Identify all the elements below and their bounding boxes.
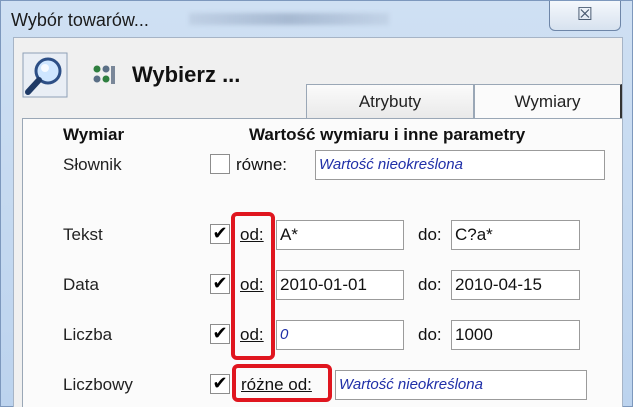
magnifier-icon xyxy=(22,52,68,98)
from-value-liczba: 0 xyxy=(280,326,289,343)
header-title: Wybierz ... xyxy=(132,62,241,87)
op-link-data[interactable]: od: xyxy=(240,275,264,295)
tab-atrybuty-label: Atrybuty xyxy=(358,92,422,111)
op-link-liczba[interactable]: od: xyxy=(240,325,264,345)
row-label-tekst: Tekst xyxy=(63,225,103,244)
dialog-window: Wybór towarów... ☒ Wybierz ... Atrybuty … xyxy=(0,0,633,407)
window-title: Wybór towarów... xyxy=(11,10,149,30)
checkbox-slownik[interactable] xyxy=(210,154,230,174)
blurred-title-region xyxy=(189,13,389,25)
from-field-data[interactable]: 2010-01-01 xyxy=(276,270,404,300)
row-label-slownik: Słownik xyxy=(63,155,122,174)
to-field-tekst[interactable]: C?a* xyxy=(451,220,580,250)
from-value-data: 2010-01-01 xyxy=(280,275,367,294)
from-value-tekst: A* xyxy=(280,225,298,244)
checkbox-liczbowy[interactable]: ✔ xyxy=(210,374,230,394)
op-label-slownik: równe: xyxy=(236,155,288,174)
op-link-tekst[interactable]: od: xyxy=(240,225,264,245)
title-bar[interactable]: Wybór towarów... ☒ xyxy=(1,1,633,37)
row-label-liczba: Liczba xyxy=(63,325,113,344)
to-label-data: do: xyxy=(418,275,442,294)
value-field-liczbowy[interactable]: Wartość nieokreślona xyxy=(335,370,587,400)
to-label-liczba: do: xyxy=(418,325,442,344)
row-label-data: Data xyxy=(63,275,99,294)
checkbox-tekst[interactable]: ✔ xyxy=(210,224,230,244)
to-value-tekst: C?a* xyxy=(455,225,493,244)
content-panel: Wybierz ... Atrybuty Wymiary Wymiar Wart… xyxy=(13,37,623,407)
to-field-liczba[interactable]: 1000 xyxy=(451,320,580,350)
close-button[interactable]: ☒ xyxy=(549,1,621,31)
value-slownik: Wartość nieokreślona xyxy=(319,156,463,173)
checkbox-data[interactable]: ✔ xyxy=(210,274,230,294)
op-link-liczbowy[interactable]: różne od: xyxy=(241,375,312,395)
column-header-wartosc: Wartość wymiaru i inne parametry xyxy=(249,125,526,144)
from-field-tekst[interactable]: A* xyxy=(276,220,404,250)
checkbox-liczba[interactable]: ✔ xyxy=(210,324,230,344)
to-field-data[interactable]: 2010-04-15 xyxy=(451,270,580,300)
tab-wymiary-label: Wymiary xyxy=(514,92,581,111)
row-label-liczbowy: Liczbowy xyxy=(63,375,133,394)
from-field-liczba[interactable]: 0 xyxy=(276,320,404,350)
tab-atrybuty[interactable]: Atrybuty xyxy=(306,84,474,118)
filter-dots-icon xyxy=(93,65,115,84)
wymiary-tab-page: Wymiar Wartość wymiaru i inne parametry … xyxy=(22,118,622,407)
tab-wymiary[interactable]: Wymiary xyxy=(474,84,622,118)
to-value-data: 2010-04-15 xyxy=(455,275,542,294)
to-label-tekst: do: xyxy=(418,225,442,244)
close-icon: ☒ xyxy=(576,4,594,24)
to-value-liczba: 1000 xyxy=(455,325,493,344)
value-liczbowy: Wartość nieokreślona xyxy=(339,376,483,393)
column-header-wymiar: Wymiar xyxy=(63,125,125,144)
value-field-slownik[interactable]: Wartość nieokreślona xyxy=(315,150,605,180)
